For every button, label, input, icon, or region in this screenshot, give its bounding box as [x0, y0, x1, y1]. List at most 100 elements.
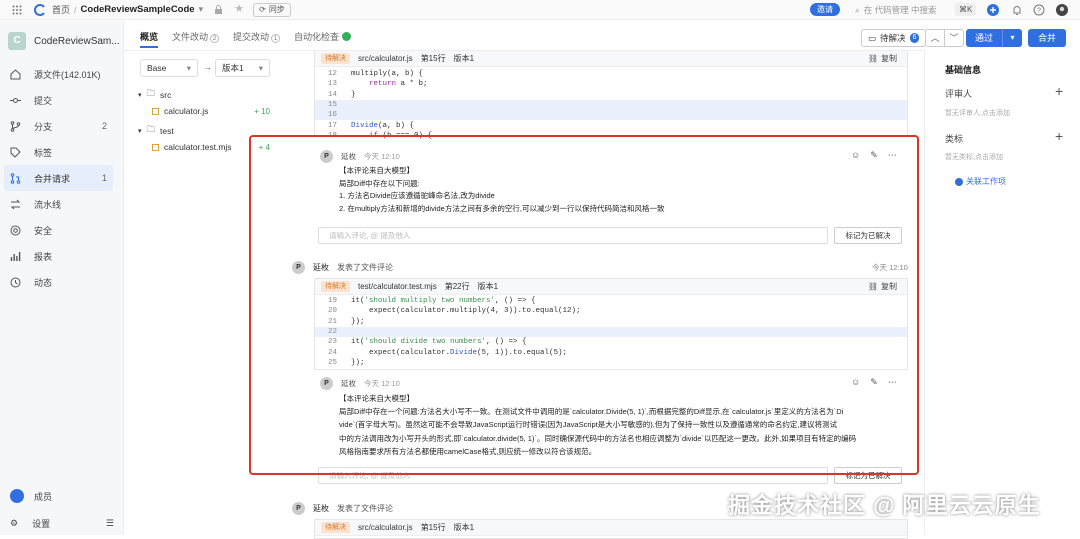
collapse-sidebar-icon[interactable]: ☰	[106, 518, 114, 529]
comment-line: 风格指南要求所有方法名都使用camelCase格式,则应统一修改以符合该规范。	[339, 446, 597, 456]
event-author[interactable]: 延枚	[313, 262, 329, 273]
global-search[interactable]: ⌕ 在 代码管理 中搜索	[855, 4, 937, 16]
sidebar-item-source[interactable]: 源文件(142.01K)	[4, 61, 113, 87]
approve-dropdown-button[interactable]: ▾	[1002, 29, 1022, 47]
emoji-icon[interactable]: ☺	[851, 150, 860, 161]
avatar[interactable]: P	[292, 502, 305, 515]
reply-input[interactable]: 请输入评论, @ 提及他人	[318, 467, 828, 484]
sidebar-item-commits[interactable]: 提交	[4, 87, 113, 113]
project-name: CodeReviewSam...	[34, 35, 120, 47]
avatar[interactable]: P	[292, 261, 305, 274]
comment-line: vide`(首字母大写)。虽然这可能不会导致JavaScript运行时错误(因为…	[339, 420, 837, 430]
tab-commits[interactable]: 提交改动 1	[233, 30, 281, 46]
file-path[interactable]: src/calculator.js	[358, 523, 413, 532]
event-action: 发表了文件评论	[337, 263, 393, 272]
user-avatar[interactable]	[1056, 4, 1068, 16]
line-number: 12	[327, 70, 337, 78]
sidebar-item-activity[interactable]: 动态	[4, 269, 113, 295]
mark-resolved-button[interactable]: 标记为已解决	[834, 467, 902, 484]
sync-button[interactable]: ⟳ 同步	[253, 2, 291, 17]
copy-label: 复制	[881, 54, 897, 63]
edit-icon[interactable]: ✎	[870, 377, 878, 388]
chevron-down-icon[interactable]: ▾	[199, 4, 204, 15]
sidebar-item-branches[interactable]: 分支 2	[4, 113, 113, 139]
breadcrumb-home[interactable]: 首页	[52, 3, 70, 16]
copy-button[interactable]: ⛓ 复制	[868, 53, 897, 64]
code-line: 18 if (b === 0) {	[315, 131, 907, 141]
tree-folder-src[interactable]: ▾ 🗀 src	[138, 88, 171, 102]
invite-button[interactable]: 邀请	[810, 3, 840, 16]
event-author[interactable]: 延枚	[313, 503, 329, 514]
comment-author[interactable]: 延枚	[341, 151, 356, 162]
project-header[interactable]: C CodeReviewSam...	[0, 21, 123, 61]
bell-icon[interactable]	[1011, 4, 1023, 16]
line-number: 18	[327, 131, 337, 140]
emoji-icon[interactable]: ☺	[851, 377, 860, 388]
line-number: 24	[327, 348, 337, 357]
base-label: Base	[147, 63, 167, 73]
edit-icon[interactable]: ✎	[870, 150, 878, 161]
folder-icon: 🗀	[146, 88, 156, 98]
sidebar-item-label: 分支	[34, 121, 53, 132]
approve-button[interactable]: 通过	[966, 29, 1002, 47]
sync-icon: ⟳	[259, 4, 266, 14]
comment-line: 【本评论来自大模型】	[339, 166, 414, 175]
breadcrumb-separator: /	[74, 4, 77, 15]
sidebar-item-pipelines[interactable]: 流水线	[4, 191, 113, 217]
pending-filter-button[interactable]: ▭ 待解决 6	[861, 29, 927, 47]
add-circle-icon[interactable]	[987, 4, 999, 16]
sidebar-item-security[interactable]: 安全	[4, 217, 113, 243]
file-path[interactable]: src/calculator.js	[358, 54, 413, 63]
tree-file-calculator-js[interactable]: calculator.js + 10	[152, 106, 270, 116]
sidebar-item-label: 动态	[34, 277, 53, 288]
tab-overview[interactable]: 概览	[140, 30, 158, 46]
tree-folder-test[interactable]: ▾ 🗀 test	[138, 124, 174, 138]
comment-line: 局部Diff中存在一个问题:方法名大小写不一致。在测试文件中调用的是`calcu…	[339, 407, 844, 417]
file-modified-icon	[152, 107, 159, 115]
sidebar-item-tags[interactable]: 标签	[4, 139, 113, 165]
sidebar-item-reports[interactable]: 报表	[4, 243, 113, 269]
prev-comment-button[interactable]: ︿	[925, 29, 945, 47]
file-modified-icon	[152, 143, 159, 151]
sidebar-item-members[interactable]: 成员	[10, 489, 52, 503]
sidebar-item-settings[interactable]: ⚙ 设置 ☰	[10, 517, 114, 530]
app-grid-icon[interactable]	[12, 5, 22, 15]
file-path[interactable]: test/calculator.test.mjs	[358, 282, 437, 291]
next-comment-button[interactable]: ﹀	[944, 29, 964, 47]
comment-line: 局部Diff中存在以下问题:	[339, 178, 420, 188]
avatar[interactable]: P	[320, 377, 333, 390]
link-work-item[interactable]: 关联工作项	[955, 176, 1006, 187]
codeup-logo-icon[interactable]	[34, 3, 46, 16]
line-number: 第22行	[444, 282, 470, 291]
copy-button[interactable]: ⛓ 复制	[868, 281, 897, 292]
tab-checks[interactable]: 自动化检查	[294, 30, 352, 46]
code-line: 13 return a * b;	[315, 79, 907, 89]
mark-resolved-button[interactable]: 标记为已解决	[834, 227, 902, 244]
comment-author[interactable]: 延枚	[341, 378, 356, 389]
code-line: 19 it('should multiply two numbers', () =…	[315, 296, 907, 306]
reply-input[interactable]: 请输入评论, @ 提及他人	[318, 227, 828, 244]
merge-button[interactable]: 合并	[1028, 29, 1066, 47]
more-icon[interactable]: ⋯	[888, 377, 897, 388]
version-select[interactable]: 版本1 ▾	[215, 59, 270, 77]
avatar[interactable]: P	[320, 150, 333, 163]
sidebar-item-merge-requests[interactable]: 合并请求 1	[4, 165, 113, 191]
more-icon[interactable]: ⋯	[888, 150, 897, 161]
comment-icon: ▭	[868, 32, 877, 43]
base-select[interactable]: Base ▾	[140, 59, 198, 77]
add-reviewer-icon[interactable]: +	[1055, 84, 1063, 98]
breadcrumb-repo[interactable]: CodeReviewSampleCode	[81, 4, 195, 15]
tab-label: 提交改动	[233, 32, 270, 42]
add-label-icon[interactable]: +	[1055, 129, 1063, 143]
tab-files[interactable]: 文件改动 2	[172, 30, 220, 46]
reviewer-hint[interactable]: 暂无评审人,点击添加	[945, 108, 1010, 118]
tab-label: 自动化检查	[294, 32, 340, 42]
sidebar-item-label: 提交	[34, 95, 53, 106]
help-icon[interactable]: ?	[1033, 4, 1045, 16]
label-hint[interactable]: 暂无类标,点击添加	[945, 152, 1003, 162]
security-icon	[10, 225, 21, 235]
top-bar: 首页 / CodeReviewSampleCode ▾ ★ ⟳ 同步 邀请 ⌕ 在 …	[0, 0, 1080, 20]
star-icon[interactable]: ★	[234, 4, 245, 15]
link-label: 关联工作项	[966, 177, 1006, 186]
tree-file-calculator-test[interactable]: calculator.test.mjs + 4	[152, 142, 270, 152]
